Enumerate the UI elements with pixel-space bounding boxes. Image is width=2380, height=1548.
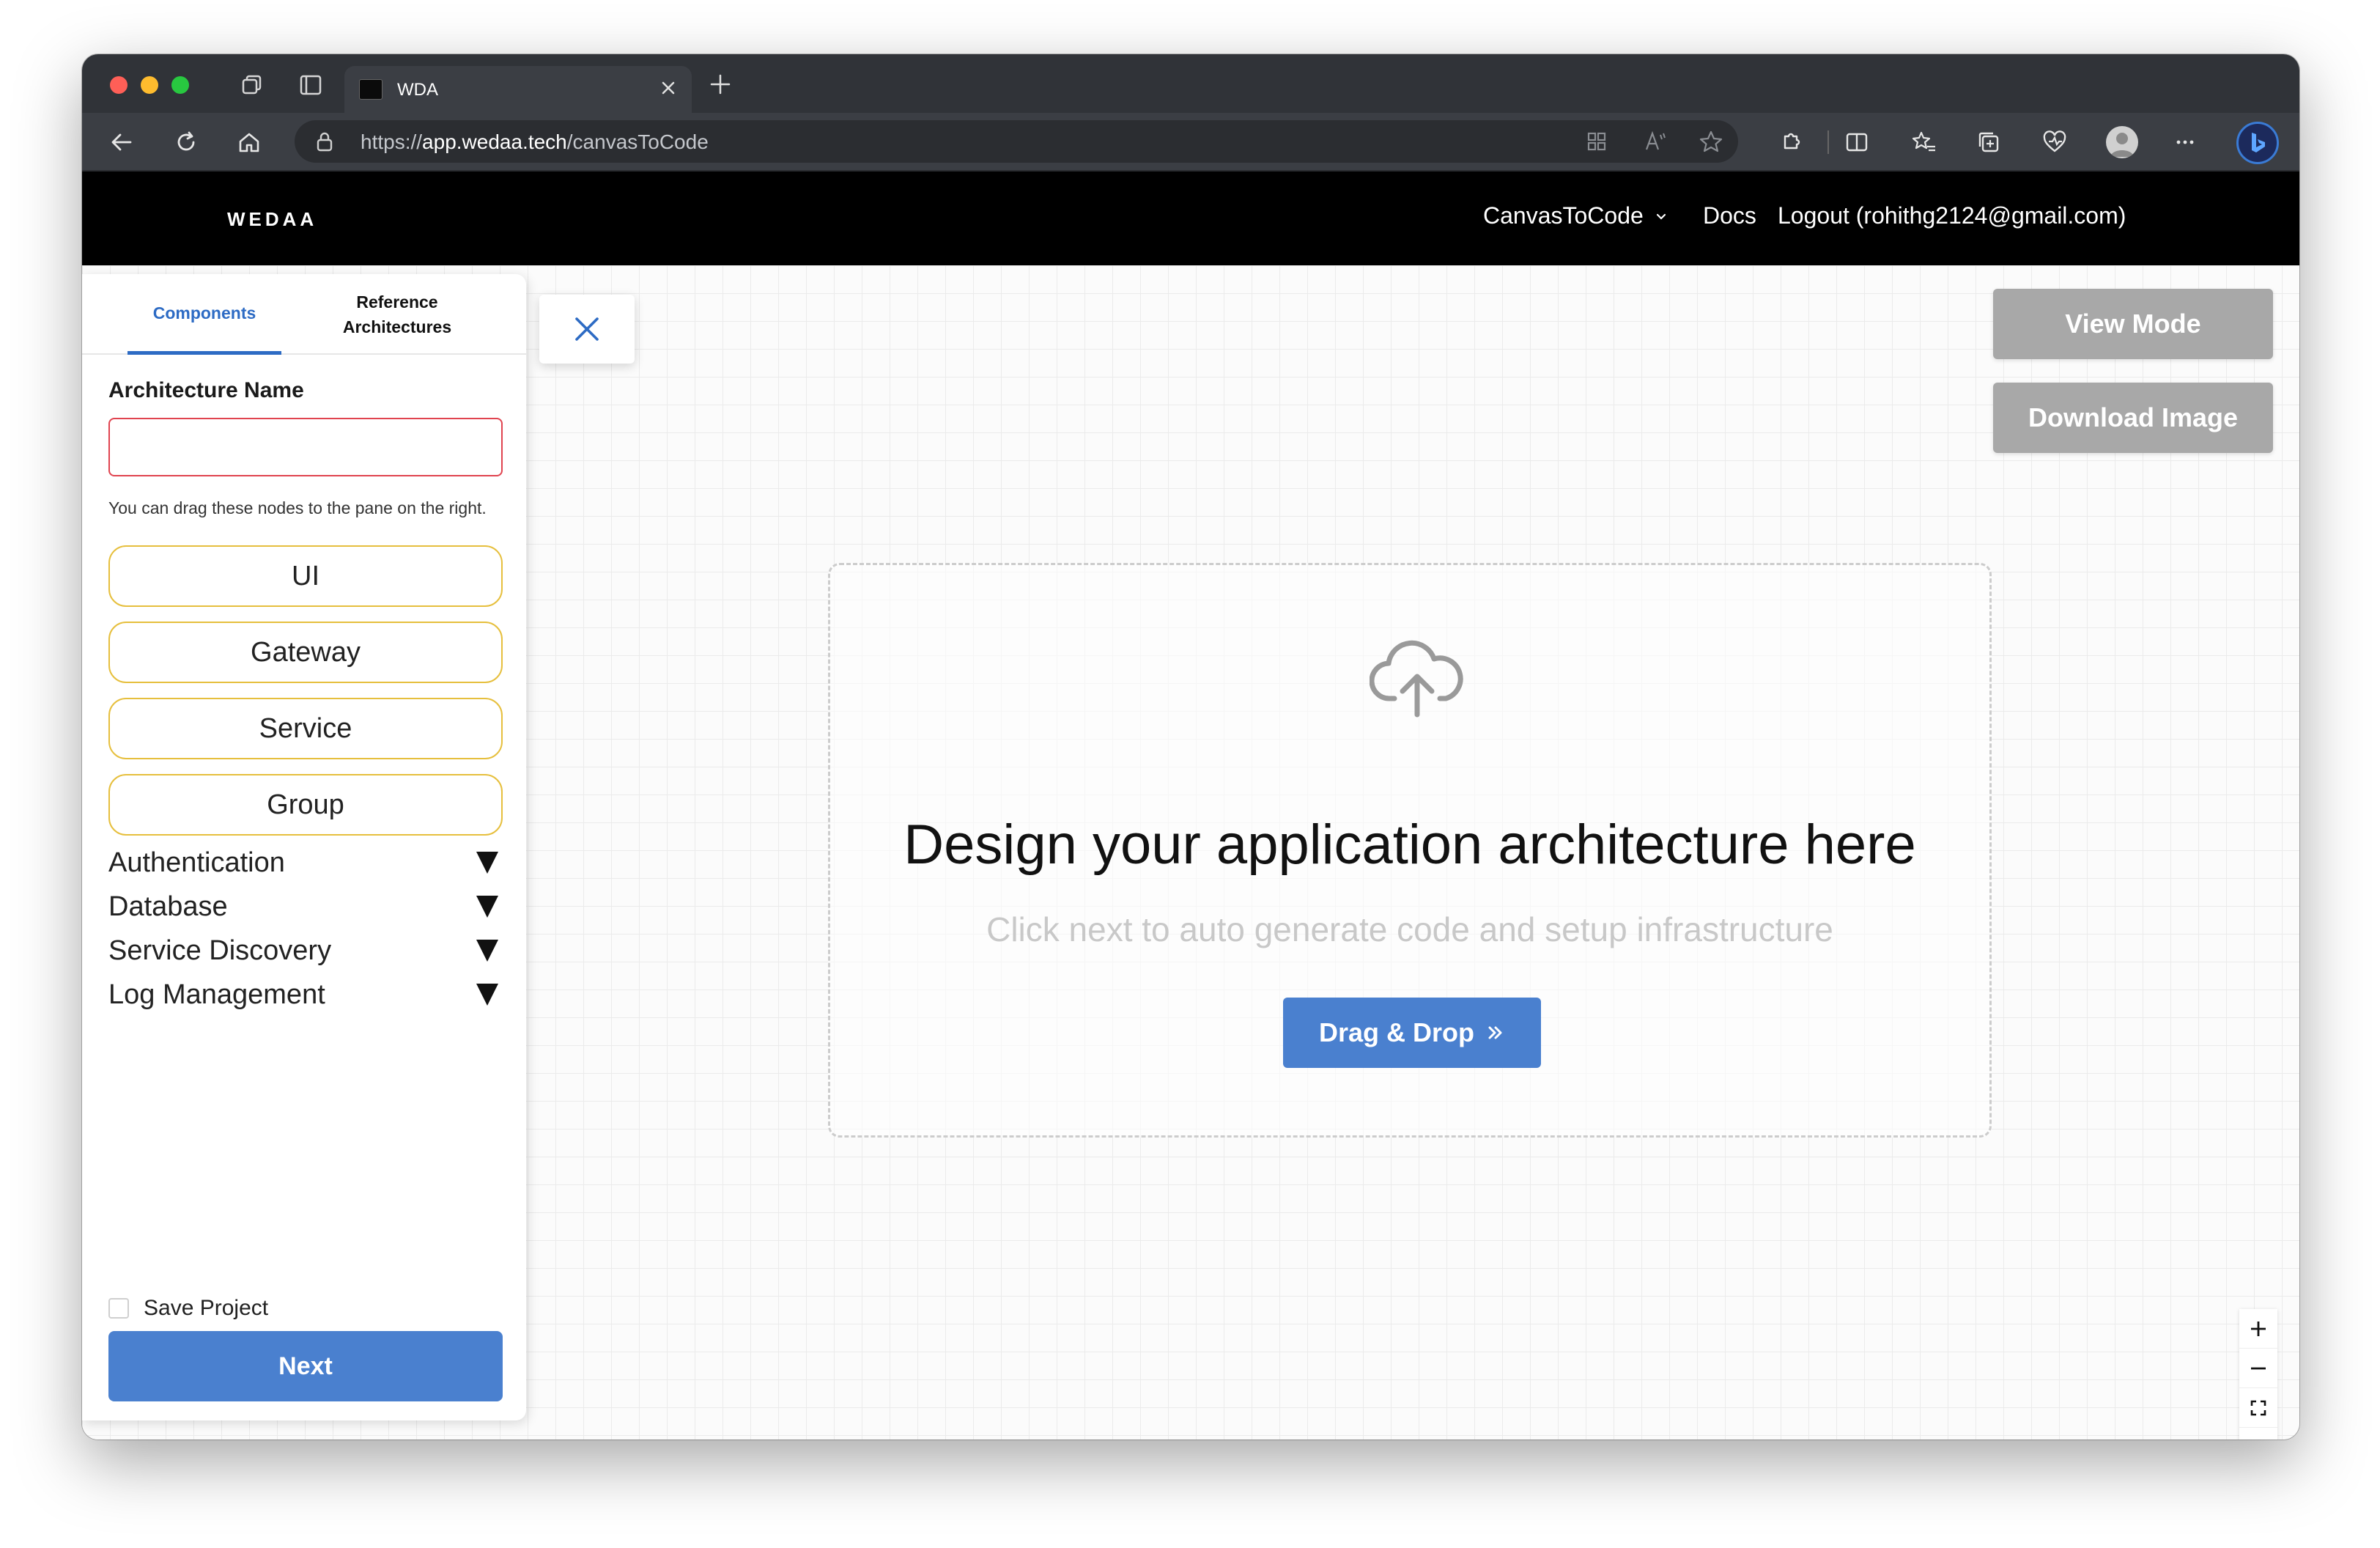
- back-icon[interactable]: [108, 129, 135, 155]
- canvastocode-menu-label: CanvasToCode: [1483, 202, 1644, 229]
- category-log-management[interactable]: Log Management: [108, 976, 503, 1013]
- category-label: Log Management: [108, 978, 325, 1010]
- browser-tab-strip: WDA: [82, 54, 2299, 113]
- architecture-canvas[interactable]: Components Reference Architectures Archi…: [82, 265, 2299, 1440]
- close-icon: [575, 317, 599, 341]
- browser-tab-active[interactable]: WDA: [344, 66, 692, 113]
- category-authentication[interactable]: Authentication: [108, 844, 503, 881]
- more-options-icon[interactable]: [2172, 129, 2198, 155]
- zoom-out-button[interactable]: [2239, 1349, 2277, 1388]
- drag-hint-text: You can drag these nodes to the pane on …: [108, 498, 487, 517]
- home-icon[interactable]: [236, 129, 262, 155]
- minus-icon: [2251, 1367, 2266, 1369]
- architecture-name-label: Architecture Name: [108, 378, 304, 402]
- wedaa-favicon-icon: [359, 79, 382, 100]
- browser-toolbar: https://app.wedaa.tech/canvasToCode: [82, 113, 2299, 172]
- view-mode-button[interactable]: View Mode: [1993, 289, 2273, 359]
- bing-icon: [2252, 133, 2265, 152]
- chevron-down-icon: [1656, 213, 1666, 220]
- next-button[interactable]: Next: [108, 1331, 503, 1401]
- tab-actions-icon[interactable]: [298, 72, 324, 98]
- lock-canvas-button[interactable]: [2239, 1428, 2277, 1440]
- url-text: https://app.wedaa.tech/canvasToCode: [361, 130, 709, 153]
- drop-zone[interactable]: Design your application architecture her…: [828, 563, 1992, 1138]
- workspaces-icon[interactable]: [239, 72, 265, 98]
- favorites-icon[interactable]: [1911, 129, 1937, 155]
- cloud-upload-icon: [1370, 640, 1463, 718]
- zoom-in-button[interactable]: [2239, 1309, 2277, 1349]
- double-chevron-right-icon: [1488, 1026, 1502, 1039]
- logout-link[interactable]: Logout (rohithg2124@gmail.com): [1778, 202, 2126, 229]
- save-project-row[interactable]: Save Project: [108, 1296, 268, 1321]
- node-group[interactable]: Group: [108, 774, 503, 836]
- fit-view-button[interactable]: [2239, 1388, 2277, 1428]
- canvastocode-menu[interactable]: CanvasToCode: [1483, 202, 1668, 229]
- browser-tab-title: WDA: [397, 80, 438, 100]
- profile-avatar[interactable]: [2106, 126, 2138, 158]
- node-ui[interactable]: UI: [108, 545, 503, 607]
- lock-icon[interactable]: [314, 130, 336, 152]
- person-icon: [2110, 133, 2134, 157]
- favorite-star-icon[interactable]: [1699, 129, 1723, 154]
- browser-window: WDA https://app.wedaa.tech/canvasToCode: [82, 54, 2299, 1440]
- tab-reference-architectures[interactable]: Reference Architectures: [309, 274, 485, 355]
- window-close-button[interactable]: [110, 76, 128, 94]
- sidebar-tabs: Components Reference Architectures: [82, 274, 526, 355]
- browser-essentials-icon[interactable]: [2041, 129, 2068, 155]
- fit-view-icon: [2250, 1400, 2266, 1415]
- category-label: Database: [108, 891, 228, 922]
- triangle-down-icon[interactable]: [476, 896, 498, 918]
- refresh-icon[interactable]: [173, 129, 199, 155]
- close-sidebar-button[interactable]: [539, 295, 635, 364]
- triangle-down-icon[interactable]: [476, 940, 498, 962]
- architecture-name-input[interactable]: [108, 418, 503, 476]
- collections-icon[interactable]: [1976, 129, 2002, 155]
- apps-icon[interactable]: [1584, 129, 1609, 154]
- tab-reference-line1: Reference: [356, 292, 438, 312]
- triangle-down-icon[interactable]: [476, 984, 498, 1006]
- wedaa-logo[interactable]: WEDAA: [227, 208, 317, 231]
- window-zoom-button[interactable]: [171, 76, 189, 94]
- category-service-discovery[interactable]: Service Discovery: [108, 932, 503, 969]
- plus-icon: [2251, 1321, 2266, 1336]
- new-tab-icon[interactable]: [708, 72, 733, 97]
- save-project-label: Save Project: [144, 1296, 269, 1320]
- drop-zone-subtitle: Click next to auto generate code and set…: [986, 910, 1833, 948]
- category-label: Authentication: [108, 847, 285, 878]
- tab-components[interactable]: Components: [128, 274, 281, 355]
- category-database[interactable]: Database: [108, 888, 503, 925]
- address-bar[interactable]: https://app.wedaa.tech/canvasToCode: [295, 120, 1738, 163]
- save-project-checkbox[interactable]: [108, 1298, 129, 1319]
- read-aloud-icon[interactable]: [1643, 129, 1668, 154]
- category-label: Service Discovery: [108, 935, 332, 966]
- triangle-down-icon[interactable]: [476, 852, 498, 874]
- window-minimize-button[interactable]: [141, 76, 158, 94]
- components-sidebar: Components Reference Architectures Archi…: [82, 274, 526, 1420]
- drag-drop-button[interactable]: Drag & Drop: [1283, 998, 1541, 1068]
- zoom-controls: [2239, 1309, 2277, 1440]
- drop-zone-title: Design your application architecture her…: [903, 814, 1916, 876]
- download-image-button[interactable]: Download Image: [1993, 383, 2273, 453]
- split-screen-icon[interactable]: [1844, 129, 1870, 155]
- node-service[interactable]: Service: [108, 698, 503, 759]
- toolbar-divider: [1828, 130, 1829, 154]
- copilot-button[interactable]: [2236, 122, 2279, 164]
- tab-reference-line2: Architectures: [342, 317, 452, 336]
- node-gateway[interactable]: Gateway: [108, 622, 503, 683]
- docs-link[interactable]: Docs: [1703, 202, 1756, 229]
- close-tab-icon[interactable]: [657, 76, 680, 100]
- drag-drop-label: Drag & Drop: [1318, 1017, 1474, 1047]
- app-header: WEDAA CanvasToCode Docs Logout (rohithg2…: [82, 172, 2299, 265]
- extensions-icon[interactable]: [1778, 129, 1804, 155]
